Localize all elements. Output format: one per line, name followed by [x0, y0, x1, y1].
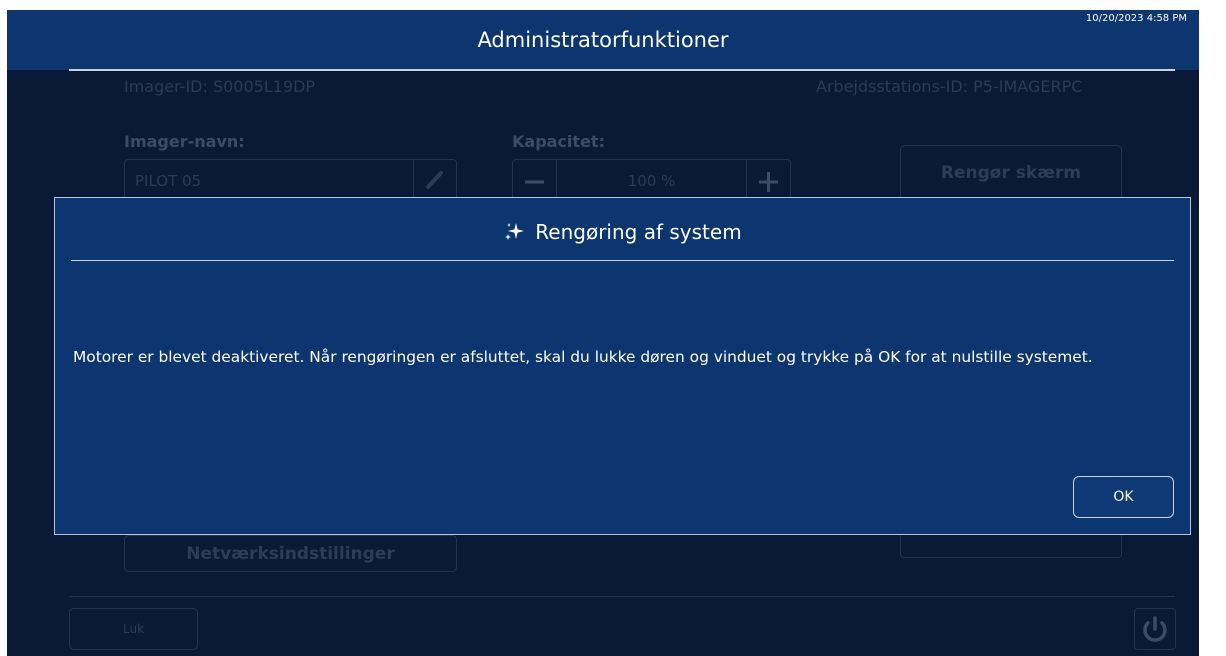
power-icon	[1143, 616, 1167, 642]
dialog-message: Motorer er blevet deaktiveret. Når rengø…	[73, 348, 1093, 366]
dialog-title: Rengøring af system	[535, 220, 742, 244]
system-cleaning-dialog: Rengøring af system Motorer er blevet de…	[54, 197, 1191, 535]
plus-icon	[759, 172, 778, 192]
imager-id-text: Imager-ID: S0005L19DP	[124, 77, 316, 96]
imager-name-field[interactable]: PILOT 05	[124, 159, 457, 201]
pencil-icon	[426, 171, 443, 189]
capacity-value: 100 %	[627, 172, 676, 190]
capacity-stepper: 100 %	[512, 159, 791, 201]
sparkle-icon	[505, 223, 525, 240]
minus-icon	[525, 180, 544, 184]
title-divider	[69, 69, 1175, 71]
clean-screen-button[interactable]: Rengør skærm	[900, 145, 1122, 201]
hidden-button[interactable]	[900, 535, 1122, 558]
dialog-header: Rengøring af system	[55, 220, 1190, 244]
capacity-label: Kapacitet:	[512, 132, 605, 151]
power-button[interactable]	[1134, 608, 1176, 650]
imager-name-label: Imager-navn:	[124, 132, 245, 151]
imager-name-value: PILOT 05	[135, 172, 202, 190]
dialog-divider	[71, 260, 1174, 261]
title-bar: Administratorfunktioner 10/20/2023 4:58 …	[7, 10, 1199, 70]
decrease-capacity-button[interactable]	[513, 160, 557, 200]
network-settings-button[interactable]: Netværksindstillinger	[124, 535, 457, 572]
workstation-id-text: Arbejdsstations-ID: P5-IMAGERPC	[816, 77, 1083, 96]
increase-capacity-button[interactable]	[746, 160, 790, 200]
footer-divider	[69, 596, 1175, 597]
edit-name-button[interactable]	[413, 160, 456, 200]
close-button[interactable]: Luk	[69, 608, 198, 650]
page-title: Administratorfunktioner	[477, 28, 729, 52]
datetime-display: 10/20/2023 4:58 PM	[1085, 13, 1187, 24]
ok-button[interactable]: OK	[1073, 476, 1174, 518]
